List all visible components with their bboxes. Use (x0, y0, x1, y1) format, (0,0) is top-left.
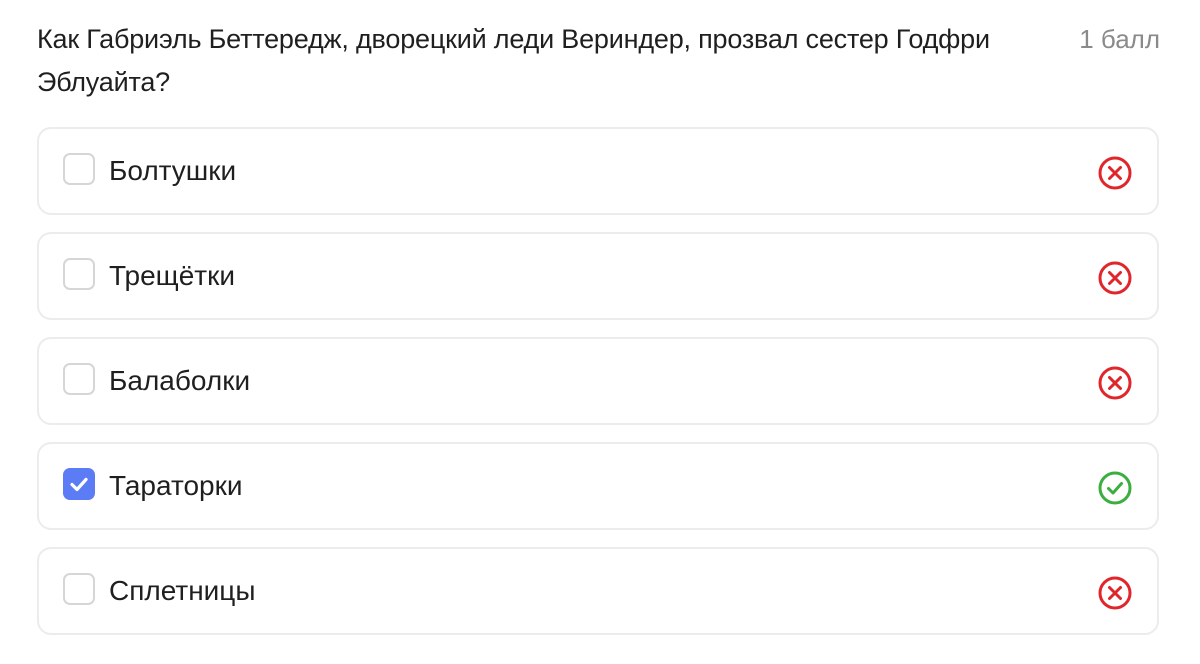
x-circle-icon (1098, 576, 1132, 610)
answer-option[interactable]: Тараторки (37, 442, 1159, 530)
answer-option[interactable]: Болтушки (37, 127, 1159, 215)
checkbox-checked[interactable] (63, 468, 95, 500)
answer-options: Болтушки Трещётки Балаболки Тараторки Сп… (37, 127, 1159, 652)
check-circle-icon (1098, 471, 1132, 505)
x-circle-icon (1098, 366, 1132, 400)
question-score: 1 балл (1079, 24, 1160, 54)
x-circle-icon (1098, 261, 1132, 295)
checkbox[interactable] (63, 153, 95, 185)
answer-option[interactable]: Сплетницы (37, 547, 1159, 635)
option-label: Трещётки (109, 260, 235, 291)
question-text: Как Габриэль Беттередж, дворецкий леди В… (37, 24, 990, 97)
question-header: Как Габриэль Беттередж, дворецкий леди В… (37, 18, 1162, 108)
checkbox[interactable] (63, 363, 95, 395)
checkbox[interactable] (63, 573, 95, 605)
option-label: Тараторки (109, 470, 243, 501)
option-label: Балаболки (109, 365, 251, 396)
option-label: Болтушки (109, 155, 237, 186)
answer-option[interactable]: Трещётки (37, 232, 1159, 320)
option-label: Сплетницы (109, 575, 256, 606)
checkmark-icon (70, 477, 88, 492)
x-circle-icon (1098, 156, 1132, 190)
checkbox[interactable] (63, 258, 95, 290)
answer-option[interactable]: Балаболки (37, 337, 1159, 425)
